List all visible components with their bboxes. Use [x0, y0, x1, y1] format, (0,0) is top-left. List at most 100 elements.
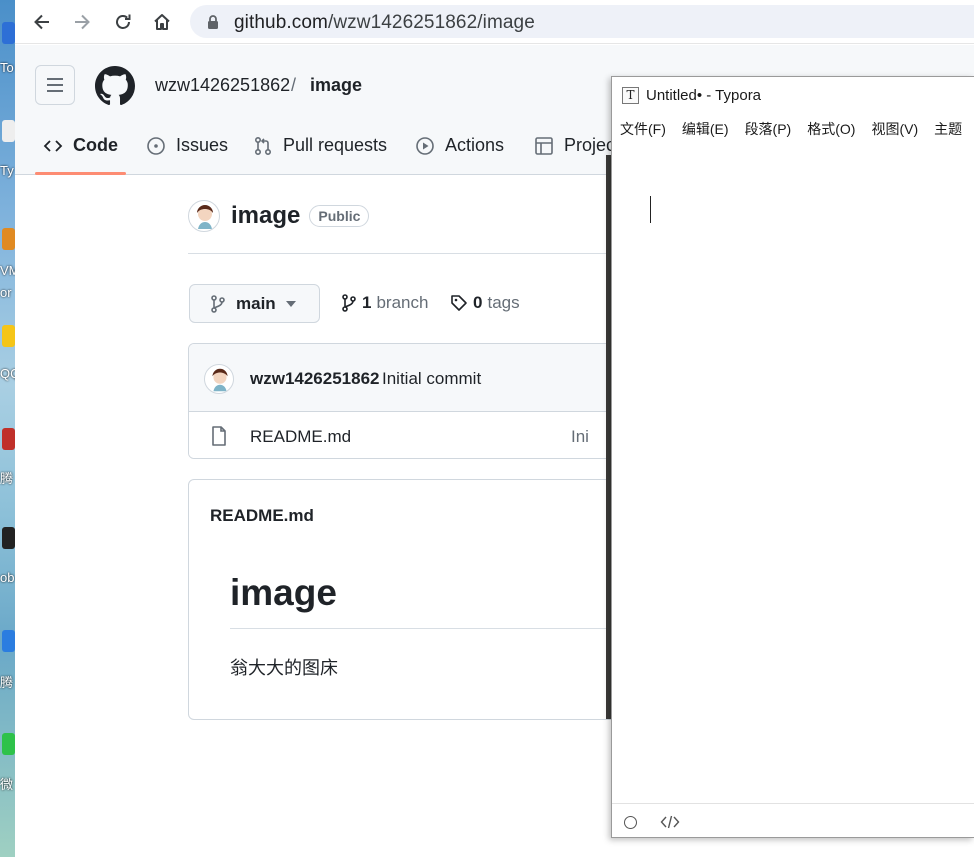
desktop-background: To Ty VM or QQ 腾 ob 腾 微: [0, 0, 15, 857]
address-text: github.com/wzw1426251862/image: [234, 12, 535, 34]
menu-format[interactable]: 格式(O): [807, 119, 855, 139]
file-last-commit[interactable]: Ini: [571, 427, 589, 447]
repo-owner-link[interactable]: wzw1426251862: [155, 75, 290, 96]
commit-message[interactable]: Initial commit: [382, 369, 481, 389]
tab-projects[interactable]: Projec: [534, 129, 615, 175]
readme-filename[interactable]: README.md: [210, 506, 314, 526]
avatar-image-icon: [212, 368, 228, 392]
divider: [188, 253, 608, 254]
desktop-app-icon[interactable]: [2, 228, 15, 250]
menu-edit[interactable]: 编辑(E): [682, 119, 729, 139]
desktop-app-icon[interactable]: [2, 630, 15, 652]
play-icon: [416, 137, 434, 155]
tab-code-label: Code: [73, 135, 118, 155]
caret-down-icon: [285, 300, 296, 307]
desktop-icon-label: or: [0, 285, 12, 300]
menu-view[interactable]: 视图(V): [871, 119, 918, 139]
desktop-icon-label: Ty: [0, 163, 14, 178]
readme-divider: [230, 628, 610, 629]
typora-statusbar: [612, 803, 974, 839]
desktop-icon-label: VM: [0, 263, 15, 278]
menu-file[interactable]: 文件(F): [620, 119, 666, 139]
reload-icon: [116, 14, 131, 29]
repo-name-link[interactable]: image: [310, 75, 362, 96]
outline-toggle-icon[interactable]: [624, 816, 637, 829]
latest-commit-row: wzw1426251862 Initial commit: [189, 344, 627, 412]
tab-pull-requests-label: Pull requests: [283, 135, 388, 155]
tab-issues[interactable]: Issues: [146, 129, 228, 175]
branch-icon: [211, 294, 225, 313]
code-icon: [43, 140, 63, 152]
repo-title[interactable]: image: [231, 202, 300, 230]
url-path: /wzw1426251862/image: [327, 12, 535, 33]
lock-icon: [208, 15, 218, 29]
branch-select-button[interactable]: main: [189, 284, 320, 323]
branch-count-label: branch: [376, 293, 429, 312]
home-icon: [154, 14, 170, 30]
desktop-app-icon[interactable]: [2, 527, 15, 549]
table-icon: [535, 137, 553, 155]
tab-active-indicator: [35, 172, 126, 175]
tab-issues-label: Issues: [176, 135, 229, 155]
desktop-icon-label: 腾: [0, 471, 14, 486]
address-bar[interactable]: github.com/wzw1426251862/image: [190, 5, 974, 38]
arrow-left-icon: [34, 14, 49, 30]
file-icon: [212, 426, 226, 446]
back-button[interactable]: [28, 8, 56, 36]
path-separator: /: [291, 75, 297, 95]
owner-avatar[interactable]: [188, 200, 220, 232]
readme-paragraph: 翁大大的图床: [230, 658, 338, 678]
home-button[interactable]: [148, 8, 176, 36]
browser-toolbar: github.com/wzw1426251862/image: [15, 0, 974, 44]
file-name[interactable]: README.md: [250, 427, 351, 447]
tag-count-label: tags: [487, 293, 520, 312]
commit-author[interactable]: wzw1426251862: [250, 369, 380, 389]
tab-projects-label: Projec: [564, 135, 616, 155]
file-listing: wzw1426251862 Initial commit README.md I…: [188, 343, 628, 459]
issue-icon: [147, 137, 165, 155]
menu-paragraph[interactable]: 段落(P): [745, 119, 792, 139]
branches-link[interactable]: 1 branch: [341, 293, 428, 313]
avatar-image-icon: [197, 205, 213, 229]
tab-actions[interactable]: Actions: [415, 129, 504, 175]
url-host: github.com: [234, 12, 328, 33]
tab-actions-label: Actions: [445, 135, 505, 155]
desktop-icon-label: 微: [0, 777, 14, 792]
branch-icon: [342, 294, 356, 312]
desktop-app-icon[interactable]: [2, 428, 15, 450]
menu-button[interactable]: [35, 65, 75, 105]
github-logo-icon[interactable]: [95, 66, 135, 106]
repo-title-row: image Public: [188, 199, 370, 233]
typora-menubar: 文件(F) 编辑(E) 段落(P) 格式(O) 视图(V) 主题: [620, 119, 962, 139]
branch-name: main: [236, 293, 276, 313]
typora-titlebar[interactable]: T Untitled• - Typora: [622, 87, 761, 104]
reload-button[interactable]: [109, 8, 137, 36]
typora-window-title: Untitled• - Typora: [646, 87, 762, 104]
typora-window: T Untitled• - Typora 文件(F) 编辑(E) 段落(P) 格…: [611, 76, 974, 838]
hamburger-icon: [47, 78, 63, 92]
readme-panel: README.md image 翁大大的图床: [188, 479, 628, 720]
desktop-app-icon[interactable]: [2, 22, 15, 44]
tab-pull-requests[interactable]: Pull requests: [253, 129, 387, 175]
menu-theme[interactable]: 主题: [934, 119, 962, 139]
typora-editor[interactable]: [612, 147, 974, 802]
desktop-icon-label: ob: [0, 570, 15, 585]
commit-author-avatar[interactable]: [204, 364, 234, 394]
pull-request-icon: [254, 136, 272, 156]
source-code-icon[interactable]: [660, 814, 680, 830]
forward-button[interactable]: [68, 8, 96, 36]
tags-link[interactable]: 0 tags: [450, 293, 520, 313]
desktop-app-icon[interactable]: [2, 733, 15, 755]
desktop-icon-label: 腾: [0, 675, 14, 690]
desktop-app-icon[interactable]: [2, 325, 15, 347]
visibility-badge: Public: [309, 205, 370, 227]
readme-heading: image: [230, 572, 337, 613]
text-caret: [650, 196, 651, 223]
tag-icon: [451, 295, 467, 311]
desktop-icon-label: QQ: [0, 366, 15, 381]
desktop-icon-label: To: [0, 60, 14, 75]
file-row[interactable]: README.md Ini: [189, 412, 627, 458]
desktop-app-icon[interactable]: [2, 120, 15, 142]
tab-code[interactable]: Code: [43, 129, 118, 175]
tag-count-value: 0: [473, 293, 483, 312]
